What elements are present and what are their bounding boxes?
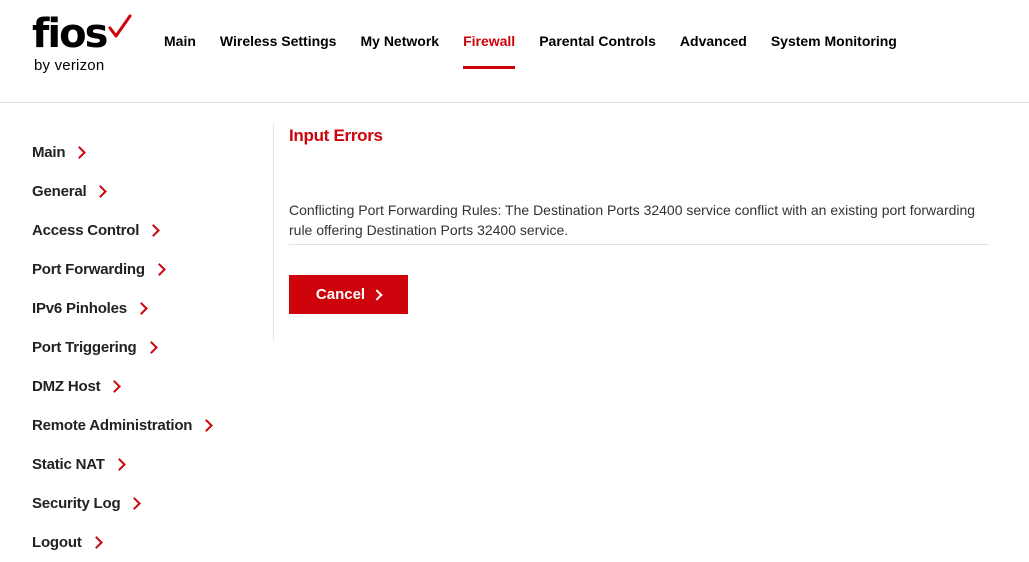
sidebar: Main General Access Control Port Forward… bbox=[32, 133, 214, 562]
sidebar-item-label: Remote Administration bbox=[32, 417, 193, 434]
nav-item-firewall[interactable]: Firewall bbox=[463, 33, 516, 69]
sidebar-item-port-triggering[interactable]: Port Triggering bbox=[32, 328, 211, 367]
chevron-right-icon bbox=[200, 419, 214, 432]
chevron-right-icon bbox=[147, 224, 161, 237]
top-nav: Main Wireless Settings My Network Firewa… bbox=[164, 33, 921, 69]
checkmark-icon bbox=[108, 14, 132, 38]
sidebar-divider bbox=[273, 124, 274, 340]
sidebar-item-general[interactable]: General bbox=[32, 172, 211, 211]
chevron-right-icon bbox=[94, 185, 108, 198]
content-divider bbox=[289, 244, 989, 245]
sidebar-item-access-control[interactable]: Access Control bbox=[32, 211, 211, 250]
fios-logo[interactable]: fios by verizon bbox=[32, 12, 142, 76]
sidebar-item-label: General bbox=[32, 183, 87, 200]
header: fios by verizon Main Wireless Settings M… bbox=[0, 0, 1029, 103]
nav-item-wireless-settings[interactable]: Wireless Settings bbox=[220, 33, 337, 49]
sidebar-item-port-forwarding[interactable]: Port Forwarding bbox=[32, 250, 211, 289]
sidebar-item-label: Access Control bbox=[32, 222, 140, 239]
error-message: Conflicting Port Forwarding Rules: The D… bbox=[289, 202, 976, 238]
sidebar-item-main[interactable]: Main bbox=[32, 133, 211, 172]
cancel-button[interactable]: Cancel bbox=[289, 275, 408, 314]
nav-item-system-monitoring[interactable]: System Monitoring bbox=[771, 33, 897, 49]
chevron-right-icon bbox=[152, 263, 166, 276]
chevron-right-icon bbox=[371, 288, 383, 301]
sidebar-item-label: Main bbox=[32, 144, 66, 161]
sidebar-item-ipv6-pinholes[interactable]: IPv6 Pinholes bbox=[32, 289, 211, 328]
nav-item-my-network[interactable]: My Network bbox=[360, 33, 439, 49]
logo-subtitle: by verizon bbox=[34, 57, 105, 74]
nav-item-advanced[interactable]: Advanced bbox=[680, 33, 747, 49]
sidebar-item-label: Security Log bbox=[32, 495, 121, 512]
sidebar-item-security-log[interactable]: Security Log bbox=[32, 484, 211, 523]
chevron-right-icon bbox=[108, 380, 122, 393]
sidebar-item-label: Static NAT bbox=[32, 456, 105, 473]
sidebar-item-label: Port Triggering bbox=[32, 339, 137, 356]
sidebar-item-label: Logout bbox=[32, 534, 82, 551]
sidebar-item-logout[interactable]: Logout bbox=[32, 523, 211, 562]
sidebar-item-label: DMZ Host bbox=[32, 378, 101, 395]
chevron-right-icon bbox=[128, 497, 142, 510]
chevron-right-icon bbox=[89, 536, 103, 549]
sidebar-item-remote-administration[interactable]: Remote Administration bbox=[32, 406, 214, 445]
sidebar-item-label: IPv6 Pinholes bbox=[32, 300, 127, 317]
chevron-right-icon bbox=[135, 302, 148, 315]
chevron-right-icon bbox=[144, 341, 158, 354]
sidebar-item-static-nat[interactable]: Static NAT bbox=[32, 445, 211, 484]
sidebar-item-dmz-host[interactable]: DMZ Host bbox=[32, 367, 211, 406]
chevron-right-icon bbox=[73, 146, 87, 159]
nav-item-main[interactable]: Main bbox=[164, 33, 196, 49]
chevron-right-icon bbox=[112, 458, 126, 471]
nav-item-parental-controls[interactable]: Parental Controls bbox=[539, 33, 656, 49]
page-title: Input Errors bbox=[289, 126, 383, 145]
cancel-button-label: Cancel bbox=[315, 286, 366, 303]
sidebar-item-label: Port Forwarding bbox=[32, 261, 145, 278]
logo-brand: fios bbox=[32, 11, 108, 57]
